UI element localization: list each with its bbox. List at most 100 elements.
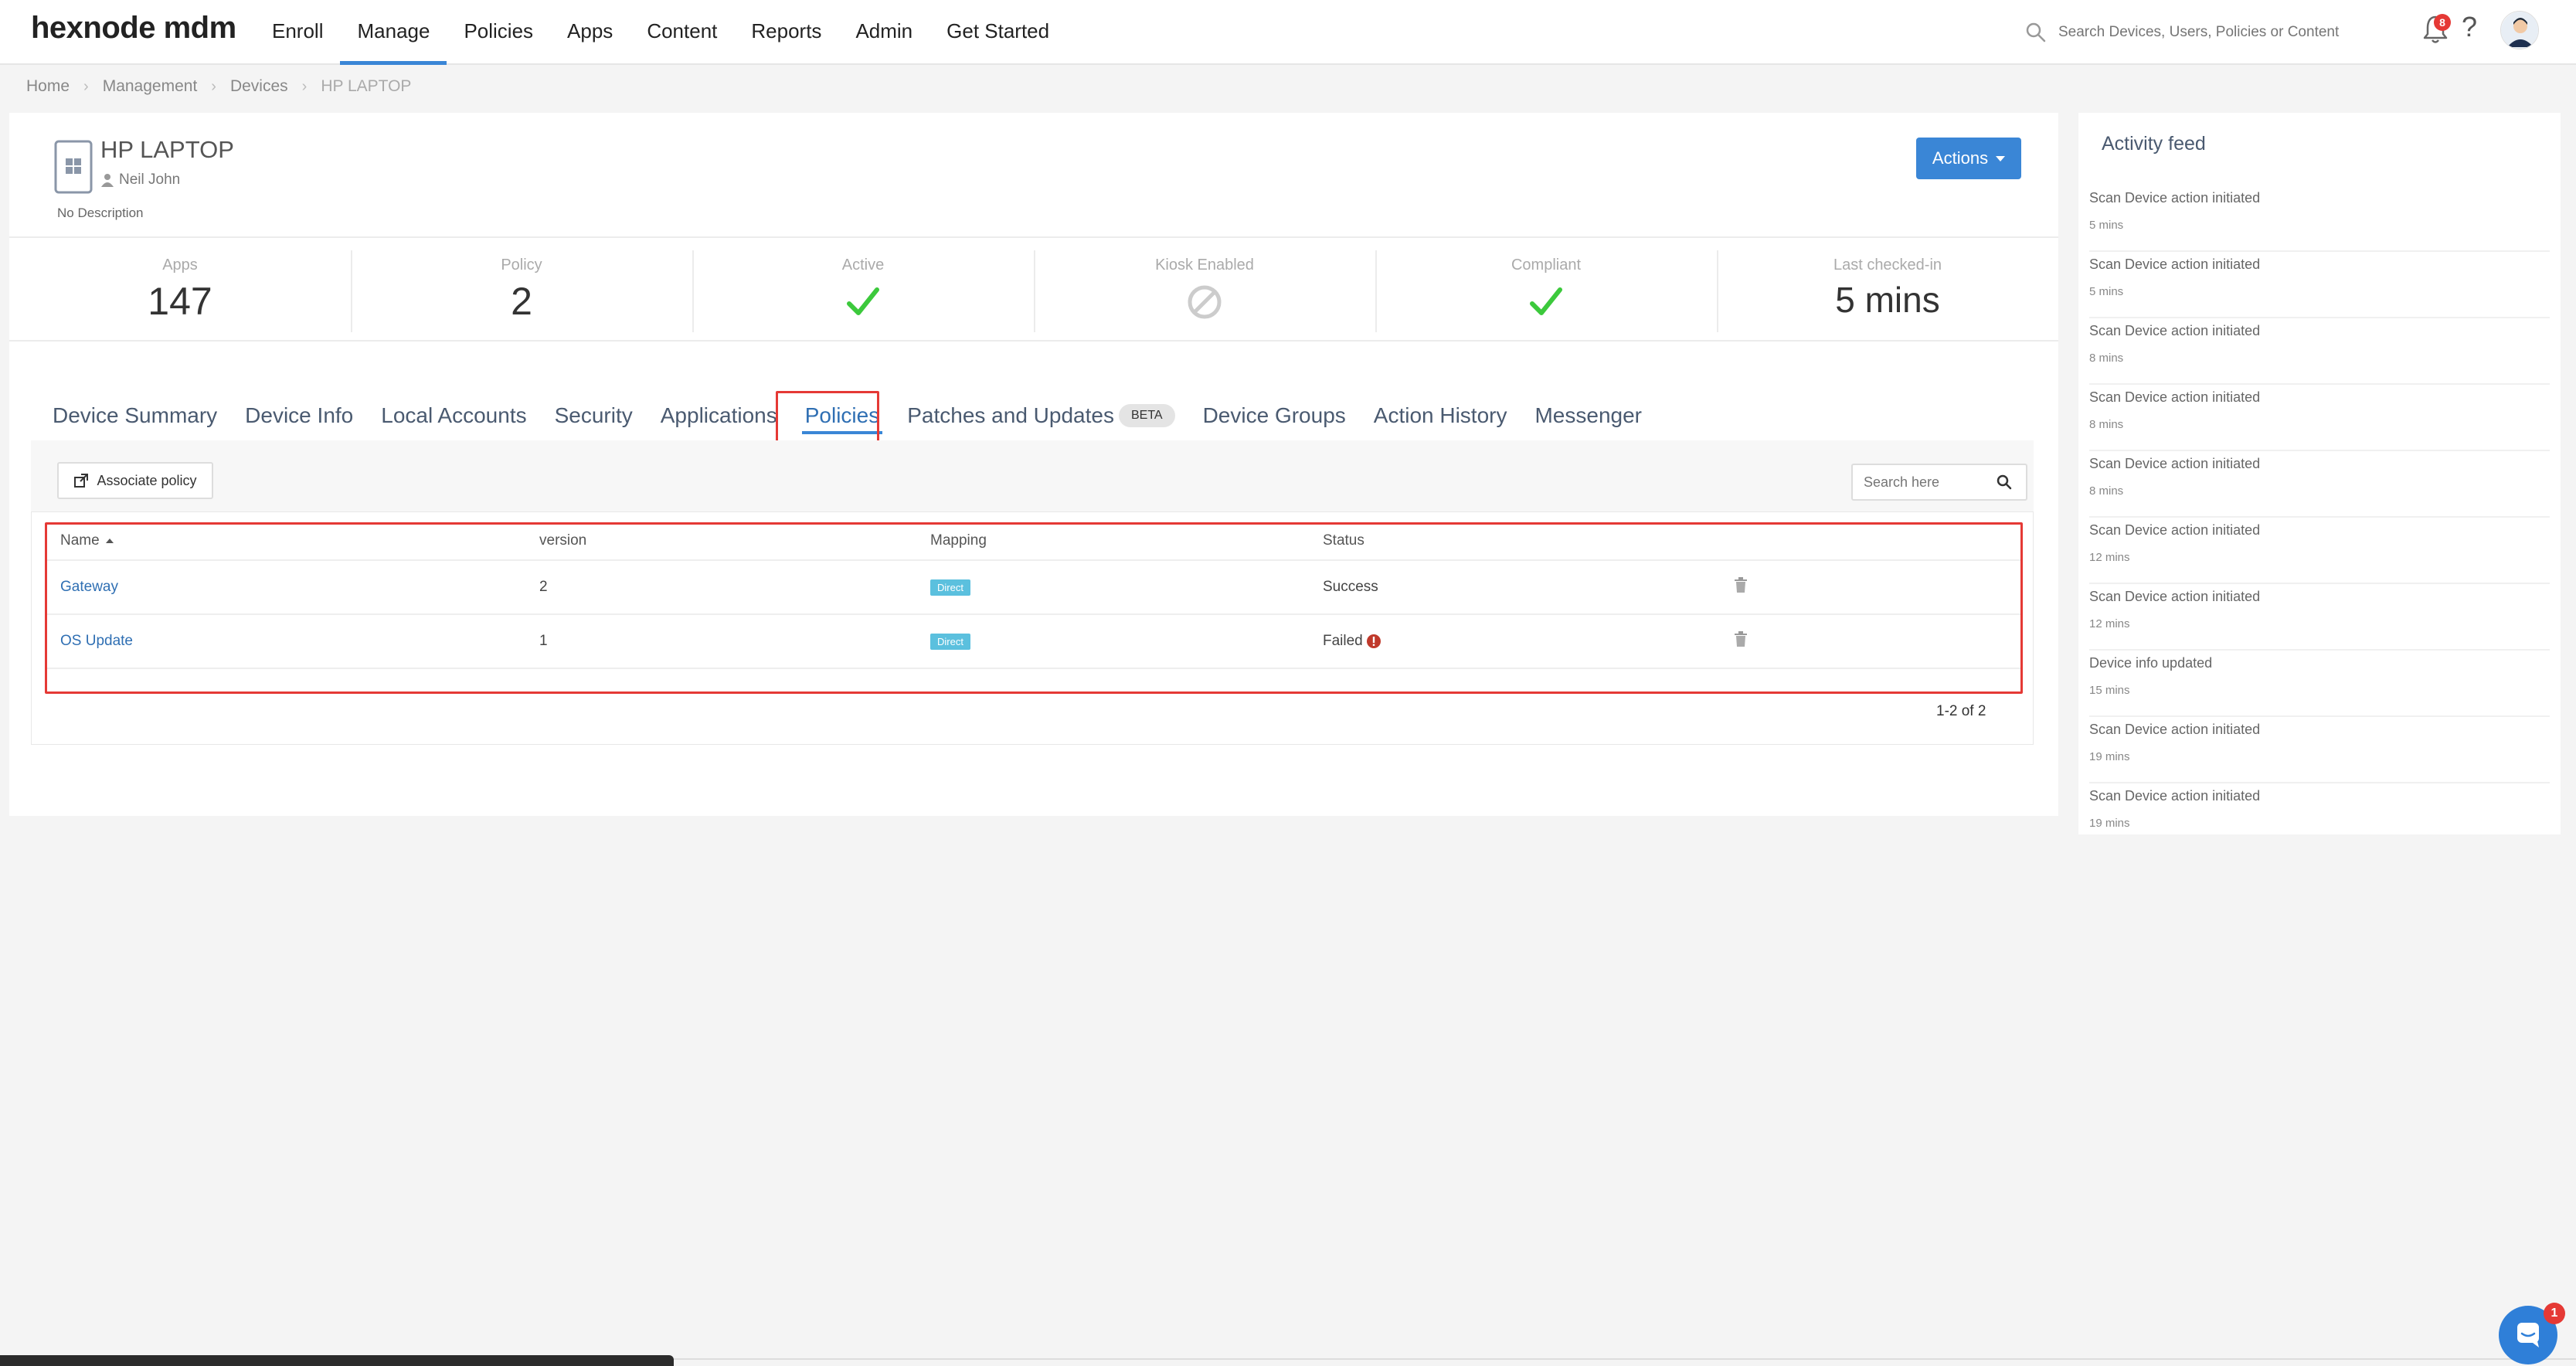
feed-time: 12 mins — [2089, 617, 2130, 630]
chevron-right-icon: › — [83, 77, 89, 95]
chevron-right-icon: › — [301, 77, 308, 95]
associate-policy-button[interactable]: Associate policy — [57, 462, 213, 499]
device-stats: Apps 147 Policy 2 Active Kiosk Enabled C… — [9, 236, 2058, 342]
feed-text: Scan Device action initiated — [2089, 323, 2261, 338]
feed-time: 15 mins — [2089, 684, 2130, 697]
stat-apps[interactable]: Apps 147 — [9, 238, 351, 340]
breadcrumb-home[interactable]: Home — [26, 77, 70, 96]
stat-label: Policy — [501, 257, 542, 274]
tab-device-summary[interactable]: Device Summary — [39, 392, 231, 439]
nav-get-started[interactable]: Get Started — [929, 0, 1066, 65]
policy-name-link[interactable]: OS Update — [60, 633, 133, 649]
breadcrumb-management[interactable]: Management — [103, 77, 198, 96]
tab-device-groups[interactable]: Device Groups — [1189, 392, 1360, 439]
nav-manage[interactable]: Manage — [340, 0, 447, 65]
stat-label: Last checked-in — [1833, 257, 1942, 274]
nav-content[interactable]: Content — [630, 0, 734, 65]
tab-device-info[interactable]: Device Info — [231, 392, 367, 439]
feed-text: Scan Device action initiated — [2089, 456, 2261, 471]
feed-time: 8 mins — [2089, 484, 2124, 498]
table-header: Name version Mapping Status — [46, 522, 2021, 561]
tab-security[interactable]: Security — [541, 392, 647, 439]
notification-count-badge: 8 — [2434, 14, 2451, 31]
feed-time: 8 mins — [2089, 418, 2124, 431]
stat-label: Kiosk Enabled — [1155, 257, 1254, 274]
nav-reports[interactable]: Reports — [734, 0, 838, 65]
feed-item: Scan Device action initiated 12 mins — [2089, 584, 2550, 651]
actions-button[interactable]: Actions — [1916, 138, 2021, 179]
policies-table: Name version Mapping Status Gateway 2 Di… — [46, 522, 2021, 669]
policy-status: Failed — [1323, 633, 1363, 649]
feed-item: Scan Device action initiated 19 mins — [2089, 783, 2550, 850]
stat-value: 2 — [511, 280, 532, 323]
mapping-badge: Direct — [930, 634, 970, 650]
feed-text: Scan Device action initiated — [2089, 190, 2261, 206]
feed-time: 19 mins — [2089, 750, 2130, 763]
column-header-mapping: Mapping — [930, 532, 987, 549]
device-name: HP LAPTOP — [100, 136, 234, 163]
device-user-name[interactable]: Neil John — [119, 172, 180, 189]
info-error-icon[interactable] — [1366, 634, 1381, 649]
external-link-icon — [73, 473, 89, 488]
global-search — [2024, 15, 2380, 49]
column-header-name[interactable]: Name — [46, 532, 539, 549]
activity-feed-title: Activity feed — [2102, 133, 2206, 155]
sort-asc-icon — [105, 538, 114, 543]
stat-policy[interactable]: Policy 2 — [351, 238, 692, 340]
feed-text: Scan Device action initiated — [2089, 722, 2261, 737]
check-icon — [845, 284, 882, 321]
tab-applications[interactable]: Applications — [647, 392, 791, 439]
tab-patches-and-updates[interactable]: Patches and Updates BETA — [893, 392, 1188, 439]
nav-enroll[interactable]: Enroll — [255, 0, 340, 65]
nav-admin[interactable]: Admin — [838, 0, 929, 65]
feed-item: Scan Device action initiated 8 mins — [2089, 318, 2550, 385]
feed-item: Scan Device action initiated 12 mins — [2089, 518, 2550, 584]
feed-time: 5 mins — [2089, 219, 2124, 232]
pagination-info: 1-2 of 2 — [1936, 703, 1986, 719]
nav-policies[interactable]: Policies — [447, 0, 550, 65]
table-row: Gateway 2 Direct Success — [46, 561, 2021, 615]
stat-label: Active — [841, 257, 885, 274]
avatar[interactable] — [2500, 11, 2539, 49]
breadcrumb-current: HP LAPTOP — [321, 77, 412, 95]
global-search-input[interactable] — [2058, 24, 2367, 41]
column-header-version: version — [539, 532, 587, 549]
actions-button-label: Actions — [1932, 148, 1989, 168]
app-logo[interactable]: hexnode mdm — [31, 11, 236, 46]
search-icon[interactable] — [1995, 473, 2014, 491]
activity-feed-list: Scan Device action initiated 5 mins Scan … — [2089, 185, 2550, 850]
column-header-status: Status — [1323, 532, 1364, 549]
stat-active: Active — [692, 238, 1034, 340]
tab-messenger[interactable]: Messenger — [1521, 392, 1656, 439]
nav-apps[interactable]: Apps — [550, 0, 630, 65]
device-description: No Description — [57, 206, 144, 220]
feed-text: Scan Device action initiated — [2089, 788, 2261, 804]
search-icon — [2024, 21, 2048, 44]
policy-name-link[interactable]: Gateway — [60, 579, 118, 595]
breadcrumb-devices[interactable]: Devices — [230, 77, 288, 96]
policy-version: 2 — [539, 579, 548, 595]
policy-search-input[interactable] — [1864, 474, 1995, 491]
tab-local-accounts[interactable]: Local Accounts — [367, 392, 540, 439]
feed-item: Scan Device action initiated 8 mins — [2089, 385, 2550, 451]
feed-item: Scan Device action initiated 5 mins — [2089, 185, 2550, 252]
stat-value: 5 mins — [1835, 280, 1940, 320]
policy-search — [1851, 464, 2027, 501]
feed-text: Scan Device action initiated — [2089, 522, 2261, 538]
bottom-toast-bar — [0, 1355, 674, 1366]
column-label: Name — [60, 532, 100, 549]
tab-policies[interactable]: Policies — [791, 392, 893, 439]
stat-compliant: Compliant — [1375, 238, 1717, 340]
chat-badge: 1 — [2544, 1303, 2565, 1324]
feed-text: Scan Device action initiated — [2089, 589, 2261, 604]
trash-icon[interactable] — [1732, 630, 1749, 648]
stat-last-checked-in: Last checked-in 5 mins — [1717, 238, 2058, 340]
feed-time: 5 mins — [2089, 285, 2124, 298]
feed-item: Scan Device action initiated 5 mins — [2089, 252, 2550, 318]
tab-action-history[interactable]: Action History — [1360, 392, 1521, 439]
trash-icon[interactable] — [1732, 576, 1749, 594]
help-icon[interactable]: ? — [2462, 11, 2477, 43]
stat-label: Compliant — [1511, 257, 1582, 274]
stat-value: 147 — [148, 280, 212, 323]
disabled-icon — [1186, 284, 1223, 321]
